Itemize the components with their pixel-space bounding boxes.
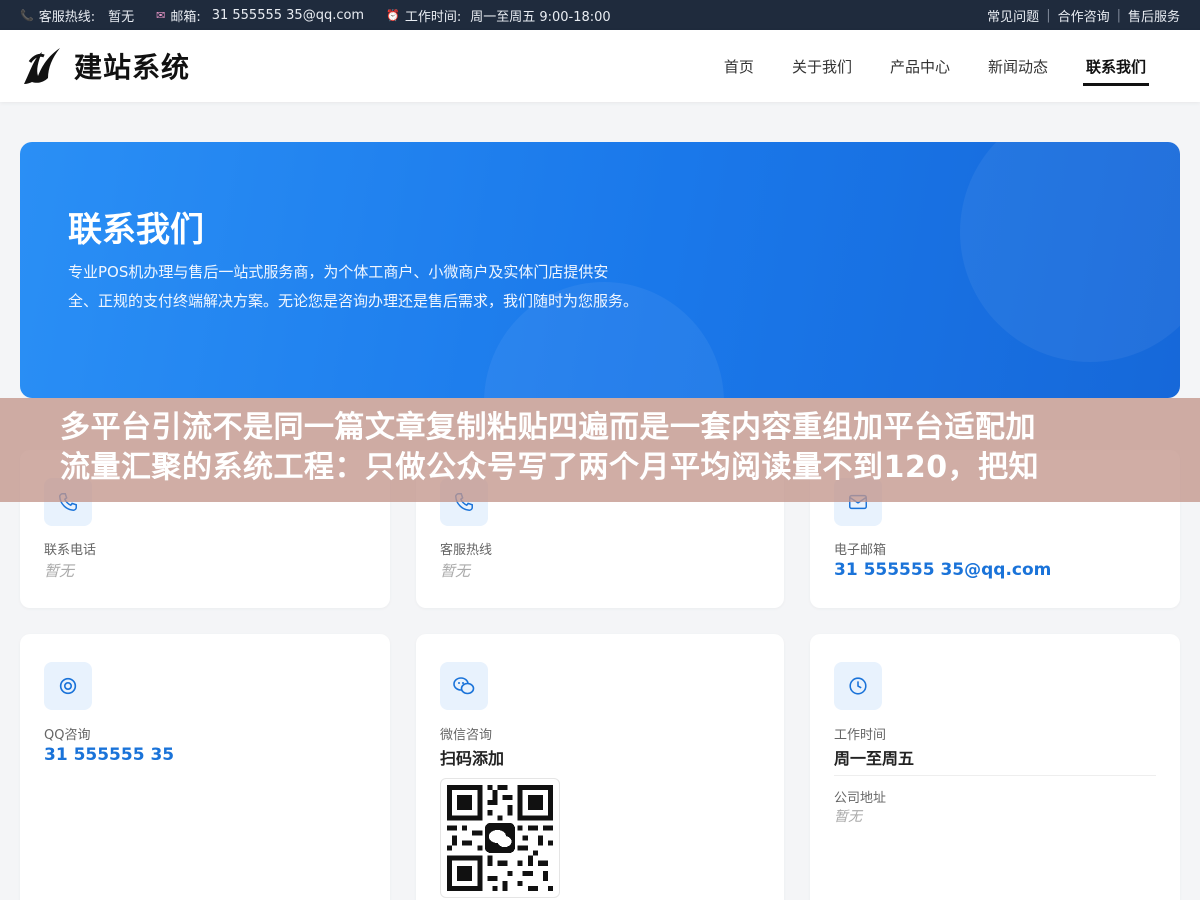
- logo-icon: [24, 48, 60, 84]
- email-card-value[interactable]: 31 555555 35@qq.com: [834, 560, 1051, 580]
- mail-icon: ✉: [156, 8, 166, 22]
- hotline-info: 📞 客服热线: 暂无: [20, 6, 134, 25]
- email-value: 31 555555 35@qq.com: [211, 7, 365, 23]
- hours-value: 周一至周五 9:00-18:00: [470, 9, 611, 25]
- hours-card: 工作时间 周一至周五 公司地址 暂无: [810, 634, 1180, 900]
- overlay-line-1: 多平台引流不是同一篇文章复制粘贴四遍而是一套内容重组加平台适配加: [60, 410, 1036, 445]
- email-card-label: 电子邮箱: [834, 543, 887, 558]
- nav-about[interactable]: 关于我们: [773, 30, 871, 102]
- overlay-banner: 多平台引流不是同一篇文章复制粘贴四遍而是一套内容重组加平台适配加 流量汇聚的系统…: [0, 398, 1200, 502]
- qq-icon: [44, 662, 92, 710]
- main-nav: 首页 关于我们 产品中心 新闻动态 联系我们: [705, 30, 1165, 102]
- hours-card-label: 工作时间: [834, 728, 887, 743]
- phone-icon: 📞: [20, 8, 34, 22]
- faq-link[interactable]: 常见问题: [980, 6, 1046, 25]
- nav-news[interactable]: 新闻动态: [969, 30, 1067, 102]
- cooperation-link[interactable]: 合作咨询: [1051, 6, 1117, 25]
- hero-description: 专业POS机办理与售后一站式服务商，为个体工商户、小微商户及实体门店提供安全、正…: [68, 263, 639, 310]
- phone-label: 联系电话: [44, 543, 97, 558]
- hotline-value: 暂无: [108, 9, 135, 25]
- hero-banner: 联系我们 专业POS机办理与售后一站式服务商，为个体工商户、小微商户及实体门店提…: [20, 142, 1180, 398]
- hours-card-value: 周一至周五: [834, 749, 915, 768]
- qq-label: QQ咨询: [44, 728, 91, 743]
- overlay-line-2: 流量汇聚的系统工程：只做公众号写了两个月平均阅读量不到120，把知: [60, 450, 1040, 485]
- clock-icon: [834, 662, 882, 710]
- hotline-card-label: 客服热线: [440, 543, 493, 558]
- hotline-card-value: 暂无: [440, 562, 471, 580]
- nav-contact[interactable]: 联系我们: [1067, 30, 1165, 102]
- nav-home[interactable]: 首页: [705, 30, 773, 102]
- hero-title: 联系我们: [68, 210, 204, 250]
- wechat-qr-code: [440, 778, 560, 898]
- phone-value: 暂无: [44, 562, 75, 580]
- nav-products[interactable]: 产品中心: [871, 30, 969, 102]
- qq-card: QQ咨询 31 555555 35: [20, 634, 390, 900]
- after-sales-link[interactable]: 售后服务: [1121, 6, 1180, 25]
- wechat-label: 微信咨询: [440, 728, 493, 743]
- hours-label: 工作时间:: [404, 9, 462, 25]
- site-logo[interactable]: 建站系统: [20, 44, 190, 88]
- hotline-label: 客服热线:: [38, 9, 96, 25]
- hours-info: ⏰ 工作时间: 周一至周五 9:00-18:00: [386, 6, 611, 25]
- address-value: 暂无: [834, 809, 862, 825]
- wechat-card: 微信咨询 扫码添加: [416, 634, 784, 900]
- address-label: 公司地址: [834, 791, 887, 806]
- logo-text: 建站系统: [74, 51, 191, 84]
- qq-value[interactable]: 31 555555 35: [44, 745, 174, 765]
- wechat-icon: [440, 662, 488, 710]
- email-label: 邮箱:: [170, 9, 201, 25]
- clock-icon: ⏰: [386, 8, 400, 22]
- top-info-bar: 📞 客服热线: 暂无 ✉ 邮箱: 31 555555 35@qq.com ⏰ 工…: [0, 0, 1200, 30]
- email-info: ✉ 邮箱: 31 555555 35@qq.com: [156, 6, 364, 25]
- site-header: 建站系统 首页 关于我们 产品中心 新闻动态 联系我们: [0, 30, 1200, 102]
- wechat-value: 扫码添加: [440, 749, 505, 768]
